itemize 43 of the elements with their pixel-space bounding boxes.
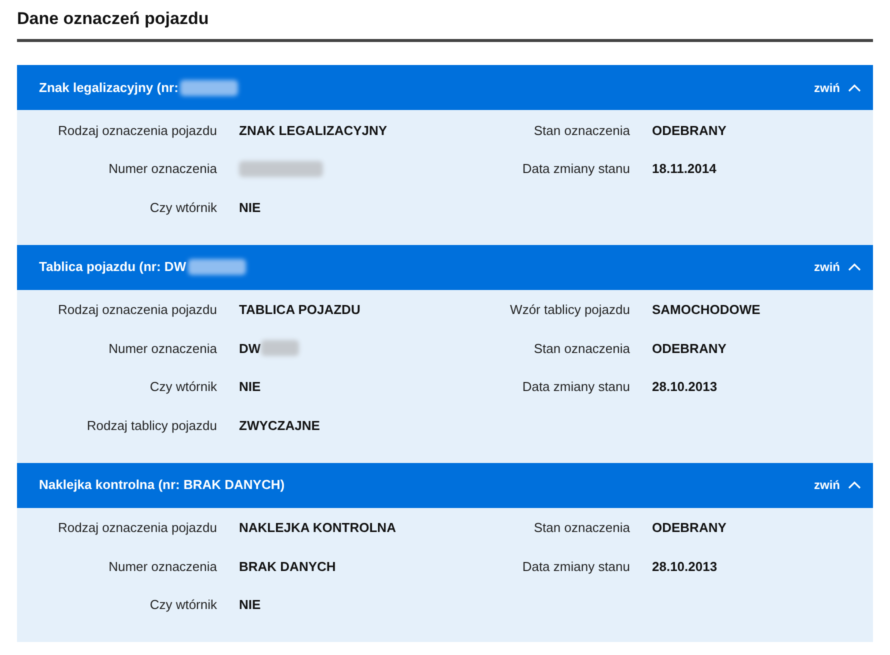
field-value: NAKLEJKA KONTROLNA [239, 519, 396, 537]
field-label: Czy wtórnik [150, 198, 217, 217]
field-label: Stan oznaczenia [534, 519, 630, 537]
chevron-up-icon [848, 263, 861, 271]
field-label: Czy wtórnik [150, 596, 217, 614]
field-value: SAMOCHODOWE [652, 301, 760, 319]
collapse-toggle[interactable]: zwiń [814, 78, 861, 96]
field-label: Rodzaj oznaczenia pojazdu [58, 122, 217, 140]
field-value: 28.10.2013 [652, 558, 718, 576]
field-value: NIE [239, 596, 261, 614]
field-label: Stan oznaczenia [534, 340, 630, 358]
field-value: 28.10.2013 [652, 378, 718, 396]
field-value: BRAK DANYCH [239, 558, 336, 576]
field-value: ZNAK LEGALIZACYJNY [239, 122, 388, 140]
field-label: Wzór tablicy pojazdu [510, 301, 630, 319]
chevron-up-icon [848, 84, 861, 92]
field-label: Rodzaj oznaczenia pojazdu [58, 301, 217, 319]
collapse-toggle[interactable]: zwiń [814, 476, 861, 494]
field-value: NIE [239, 198, 261, 216]
field-label: Data zmiany stanu [522, 160, 630, 178]
collapse-toggle[interactable]: zwiń [814, 258, 861, 276]
field-value: NIE [239, 378, 261, 396]
section-title: Tablica pojazdu (nr: DW [39, 258, 186, 276]
field-value: ODEBRANY [652, 519, 726, 537]
chevron-up-icon [848, 481, 861, 489]
field-label: Numer oznaczenia [108, 340, 217, 358]
field-label: Numer oznaczenia [108, 558, 217, 576]
section-title: Naklejka kontrolna (nr: BRAK DANYCH) [39, 476, 285, 494]
field-label: Numer oznaczenia [108, 160, 217, 178]
field-value: ZWYCZAJNE [239, 416, 320, 434]
section-title: Znak legalizacyjny (nr: [39, 78, 178, 97]
field-label: Stan oznaczenia [534, 122, 630, 140]
field-label: Czy wtórnik [150, 378, 217, 396]
field-value: TABLICA POJAZDU [239, 301, 360, 319]
field-value: DW [239, 340, 261, 358]
field-label: Data zmiany stanu [522, 558, 630, 576]
field-value: ODEBRANY [652, 340, 726, 358]
field-value: ODEBRANY [652, 122, 726, 140]
field-value: 18.11.2014 [652, 160, 716, 178]
field-label: Rodzaj oznaczenia pojazdu [58, 519, 217, 537]
field-label: Data zmiany stanu [522, 378, 630, 396]
field-label: Rodzaj tablicy pojazdu [86, 416, 217, 435]
page-title: Dane oznaczeń pojazdu [17, 8, 210, 30]
